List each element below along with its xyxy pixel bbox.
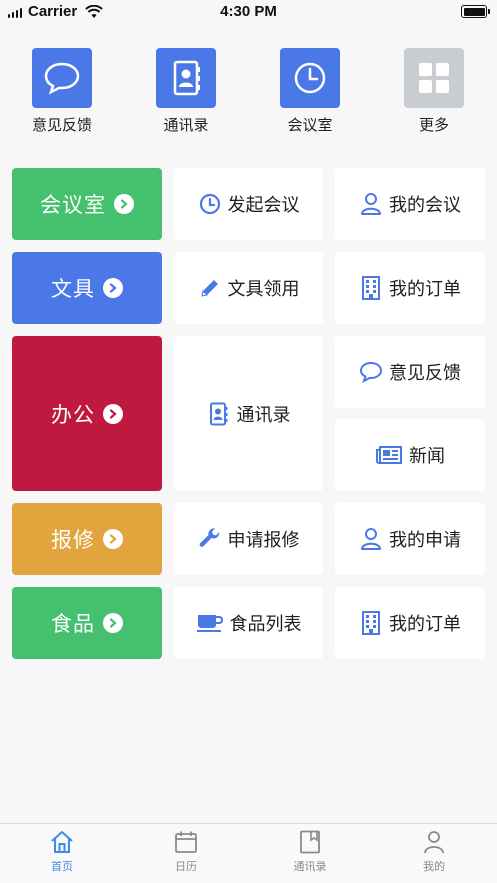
contacts-book-icon xyxy=(156,48,216,108)
action-label: 我的订单 xyxy=(389,279,461,300)
tab-label: 通讯录 xyxy=(293,860,327,873)
chevron-right-icon xyxy=(103,613,123,633)
address-book-icon xyxy=(270,830,350,856)
tab-label: 首页 xyxy=(51,860,73,873)
tab-address-book[interactable]: 通讯录 xyxy=(270,830,350,874)
action-label: 新闻 xyxy=(409,446,445,467)
category-label: 食品 xyxy=(51,612,95,636)
action-start-meeting[interactable]: 发起会议 xyxy=(174,168,323,240)
quick-link-feedback[interactable]: 意见反馈 xyxy=(17,48,107,135)
pencil-icon xyxy=(198,276,222,300)
category-label: 办公 xyxy=(51,402,95,427)
tab-label: 日历 xyxy=(175,860,197,873)
contacts-book-icon xyxy=(207,402,231,426)
status-time: 4:30 PM xyxy=(220,3,277,20)
quick-links: 意见反馈 通讯录 会议室 更多 xyxy=(0,48,497,138)
category-label: 文具 xyxy=(51,277,95,301)
tab-label: 我的 xyxy=(423,860,445,873)
chevron-right-icon xyxy=(103,278,123,298)
building-icon xyxy=(359,611,383,635)
quick-link-meeting-room[interactable]: 会议室 xyxy=(265,48,355,135)
action-label: 食品列表 xyxy=(229,614,302,635)
chevron-right-icon xyxy=(103,403,123,424)
action-label: 文具领用 xyxy=(227,279,300,300)
category-label: 会议室 xyxy=(40,193,106,217)
action-label: 通讯录 xyxy=(236,404,291,426)
clock-icon xyxy=(280,48,340,108)
action-news[interactable]: 新闻 xyxy=(335,419,485,491)
chevron-right-icon xyxy=(114,194,134,214)
tab-home[interactable]: 首页 xyxy=(22,830,102,874)
calendar-icon xyxy=(146,830,226,856)
action-feedback[interactable]: 意见反馈 xyxy=(335,336,485,408)
category-label: 报修 xyxy=(51,528,95,552)
action-label: 我的订单 xyxy=(389,614,461,635)
user-icon xyxy=(359,192,383,216)
action-label: 我的申请 xyxy=(389,530,461,551)
quick-link-label: 会议室 xyxy=(287,116,333,134)
category-food[interactable]: 食品 xyxy=(12,587,162,659)
action-label: 意见反馈 xyxy=(389,363,461,384)
category-meeting-room[interactable]: 会议室 xyxy=(12,168,162,240)
action-label: 我的会议 xyxy=(389,195,461,216)
user-icon xyxy=(394,830,474,856)
action-label: 发起会议 xyxy=(227,195,300,216)
quick-link-more[interactable]: 更多 xyxy=(389,48,479,135)
action-contacts[interactable]: 通讯录 xyxy=(174,336,323,491)
action-stationery-requisition[interactable]: 文具领用 xyxy=(174,252,323,324)
coffee-cup-icon xyxy=(196,611,224,635)
newspaper-icon xyxy=(375,443,403,467)
chat-bubble-icon xyxy=(359,360,383,384)
action-food-list[interactable]: 食品列表 xyxy=(174,587,323,659)
quick-link-label: 通讯录 xyxy=(163,116,209,134)
grid-icon xyxy=(404,48,464,108)
clock-icon xyxy=(198,192,222,216)
building-icon xyxy=(359,276,383,300)
tab-profile[interactable]: 我的 xyxy=(394,830,474,874)
chat-bubble-icon xyxy=(32,48,92,108)
wrench-icon xyxy=(198,527,222,551)
category-stationery[interactable]: 文具 xyxy=(12,252,162,324)
action-label: 申请报修 xyxy=(227,530,300,551)
user-icon xyxy=(359,527,383,551)
chevron-right-icon xyxy=(103,529,123,549)
tab-bar: 首页 日历 通讯录 我的 xyxy=(0,823,497,883)
quick-link-label: 更多 xyxy=(418,116,449,134)
category-repair[interactable]: 报修 xyxy=(12,503,162,575)
quick-link-label: 意见反馈 xyxy=(31,116,92,134)
home-icon xyxy=(22,830,102,856)
action-my-requests[interactable]: 我的申请 xyxy=(335,503,485,575)
tab-calendar[interactable]: 日历 xyxy=(146,830,226,874)
action-my-meetings[interactable]: 我的会议 xyxy=(335,168,485,240)
category-office[interactable]: 办公 xyxy=(12,336,162,491)
action-my-food-orders[interactable]: 我的订单 xyxy=(335,587,485,659)
battery-icon xyxy=(461,5,490,18)
action-request-repair[interactable]: 申请报修 xyxy=(174,503,323,575)
quick-link-contacts[interactable]: 通讯录 xyxy=(141,48,231,135)
action-my-orders[interactable]: 我的订单 xyxy=(335,252,485,324)
status-bar: Carrier 4:30 PM xyxy=(0,0,497,26)
